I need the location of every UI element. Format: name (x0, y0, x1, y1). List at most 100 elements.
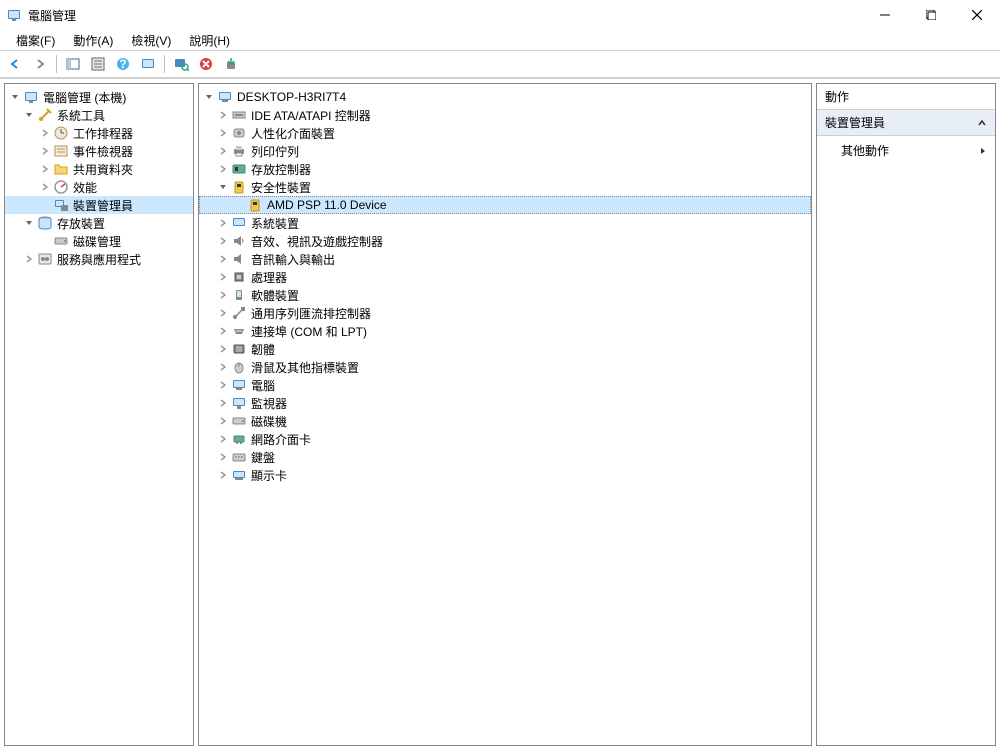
chevron-right-icon[interactable] (217, 163, 229, 175)
toolbar-update-button[interactable] (220, 53, 242, 75)
device-firmware[interactable]: 韌體 (199, 340, 811, 358)
device-print-queues[interactable]: 列印佇列 (199, 142, 811, 160)
device-audio-io[interactable]: 音訊輸入與輸出 (199, 250, 811, 268)
chevron-right-icon[interactable] (217, 343, 229, 355)
chevron-right-icon (979, 146, 987, 156)
actions-header: 動作 (817, 84, 995, 110)
security-device-icon (247, 197, 263, 213)
chevron-right-icon[interactable] (217, 415, 229, 427)
tree-shared-folders[interactable]: 共用資料夾 (5, 160, 193, 178)
chevron-right-icon[interactable] (217, 397, 229, 409)
chevron-right-icon[interactable] (217, 253, 229, 265)
toolbar-back-button[interactable] (4, 53, 26, 75)
device-network-adapters[interactable]: 網路介面卡 (199, 430, 811, 448)
menu-file[interactable]: 檔案(F) (8, 30, 63, 51)
device-display-adapters[interactable]: 顯示卡 (199, 466, 811, 484)
device-software-devices[interactable]: 軟體裝置 (199, 286, 811, 304)
chevron-right-icon[interactable] (217, 127, 229, 139)
device-manager-icon (53, 197, 69, 213)
speaker-icon (231, 233, 247, 249)
minimize-button[interactable] (862, 0, 908, 30)
chevron-down-icon[interactable] (203, 91, 215, 103)
toolbar-properties-button[interactable] (87, 53, 109, 75)
device-usb-controllers[interactable]: 通用序列匯流排控制器 (199, 304, 811, 322)
device-keyboards[interactable]: 鍵盤 (199, 448, 811, 466)
chevron-right-icon[interactable] (217, 109, 229, 121)
device-amd-psp[interactable]: AMD PSP 11.0 Device (199, 196, 811, 214)
tree-label: 服務與應用程式 (57, 251, 141, 268)
device-ports[interactable]: 連接埠 (COM 和 LPT) (199, 322, 811, 340)
device-root-computer[interactable]: DESKTOP-H3RI7T4 (199, 88, 811, 106)
device-system-devices[interactable]: 系統裝置 (199, 214, 811, 232)
chevron-right-icon[interactable] (217, 361, 229, 373)
device-processors[interactable]: 處理器 (199, 268, 811, 286)
audio-icon (231, 251, 247, 267)
close-button[interactable] (954, 0, 1000, 30)
tree-device-manager[interactable]: 裝置管理員 (5, 196, 193, 214)
chevron-right-icon[interactable] (217, 451, 229, 463)
device-label: 韌體 (251, 341, 275, 358)
chevron-right-icon[interactable] (39, 181, 51, 193)
toolbar-forward-button[interactable] (29, 53, 51, 75)
device-mice[interactable]: 滑鼠及其他指標裝置 (199, 358, 811, 376)
tree-storage[interactable]: 存放裝置 (5, 214, 193, 232)
device-monitors[interactable]: 監視器 (199, 394, 811, 412)
chevron-right-icon[interactable] (217, 379, 229, 391)
maximize-button[interactable] (908, 0, 954, 30)
chevron-down-icon[interactable] (9, 91, 21, 103)
chevron-down-icon[interactable] (23, 109, 35, 121)
toolbar-uninstall-button[interactable] (195, 53, 217, 75)
tree-root-computer-management[interactable]: 電腦管理 (本機) (5, 88, 193, 106)
device-storage-controllers[interactable]: 存放控制器 (199, 160, 811, 178)
device-computer-category[interactable]: 電腦 (199, 376, 811, 394)
menu-help[interactable]: 說明(H) (181, 30, 238, 51)
chevron-right-icon[interactable] (39, 127, 51, 139)
chevron-down-icon[interactable] (217, 181, 229, 193)
chevron-right-icon[interactable] (23, 253, 35, 265)
chevron-right-icon[interactable] (217, 235, 229, 247)
chevron-right-icon[interactable] (217, 307, 229, 319)
chevron-down-icon[interactable] (23, 217, 35, 229)
toolbar-help-button[interactable]: ? (112, 53, 134, 75)
device-ide-atapi[interactable]: IDE ATA/ATAPI 控制器 (199, 106, 811, 124)
left-tree-panel[interactable]: 電腦管理 (本機) 系統工具 工作排程器 事件檢視器 共用資料夾 效能 (4, 83, 194, 746)
device-security-devices[interactable]: 安全性裝置 (199, 178, 811, 196)
device-label: 人性化介面裝置 (251, 125, 335, 142)
chevron-right-icon[interactable] (217, 145, 229, 157)
tree-services-apps[interactable]: 服務與應用程式 (5, 250, 193, 268)
chevron-right-icon[interactable] (39, 163, 51, 175)
tree-system-tools[interactable]: 系統工具 (5, 106, 193, 124)
toolbar-scan-button[interactable] (170, 53, 192, 75)
tree-disk-management[interactable]: 磁碟管理 (5, 232, 193, 250)
performance-icon (53, 179, 69, 195)
chevron-right-icon[interactable] (39, 145, 51, 157)
tree-event-viewer[interactable]: 事件檢視器 (5, 142, 193, 160)
device-tree-panel[interactable]: DESKTOP-H3RI7T4 IDE ATA/ATAPI 控制器 人性化介面裝… (198, 83, 812, 746)
chevron-right-icon[interactable] (217, 217, 229, 229)
tree-label: 效能 (73, 179, 97, 196)
toolbar-show-hide-button[interactable] (62, 53, 84, 75)
chevron-right-icon[interactable] (217, 271, 229, 283)
device-label: 滑鼠及其他指標裝置 (251, 359, 359, 376)
tree-task-scheduler[interactable]: 工作排程器 (5, 124, 193, 142)
chevron-right-icon[interactable] (217, 433, 229, 445)
tree-performance[interactable]: 效能 (5, 178, 193, 196)
chevron-right-icon[interactable] (217, 289, 229, 301)
device-disk-drives[interactable]: 磁碟機 (199, 412, 811, 430)
computer-icon (231, 377, 247, 393)
actions-more[interactable]: 其他動作 (817, 136, 995, 165)
toolbar-refresh-button[interactable] (137, 53, 159, 75)
menu-view[interactable]: 檢視(V) (123, 30, 179, 51)
menu-action[interactable]: 動作(A) (65, 30, 121, 51)
toolbar-separator (164, 55, 165, 73)
chevron-right-icon[interactable] (217, 469, 229, 481)
device-label: AMD PSP 11.0 Device (267, 198, 387, 212)
device-hid[interactable]: 人性化介面裝置 (199, 124, 811, 142)
system-device-icon (231, 215, 247, 231)
chevron-right-icon[interactable] (217, 325, 229, 337)
device-sound-video-game[interactable]: 音效、視訊及遊戲控制器 (199, 232, 811, 250)
actions-section-device-manager[interactable]: 裝置管理員 (817, 110, 995, 136)
device-label: 安全性裝置 (251, 179, 311, 196)
device-label: 顯示卡 (251, 467, 287, 484)
device-label: IDE ATA/ATAPI 控制器 (251, 107, 371, 124)
